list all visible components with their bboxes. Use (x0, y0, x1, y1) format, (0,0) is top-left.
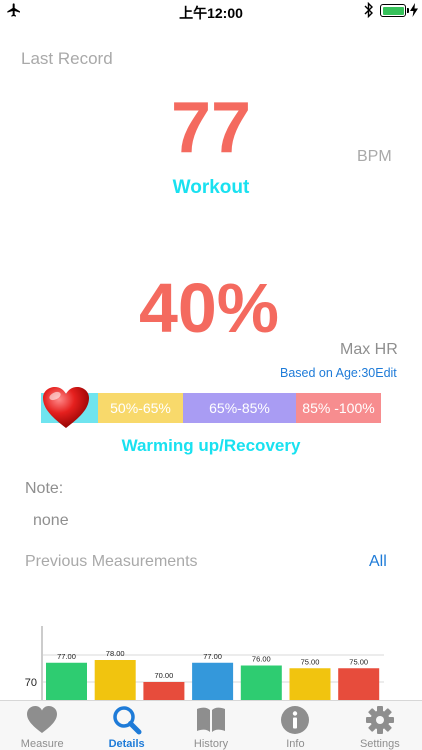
zone-segment-2: 50%-65% (98, 393, 183, 423)
bluetooth-icon (364, 2, 373, 18)
tab-history[interactable]: History (169, 701, 253, 750)
zone-segment-3: 65%-85% (183, 393, 296, 423)
chart-bar (143, 682, 185, 700)
tab-bar: Measure Details History Info Settings (0, 700, 422, 750)
status-bar: 上午12:00 (0, 0, 422, 24)
note-value: none (33, 512, 69, 529)
chart-bar-value-label: 75.00 (301, 657, 320, 666)
charging-bolt-icon (410, 3, 418, 17)
tab-measure-label: Measure (20, 738, 64, 750)
zone-status-label: Warming up/Recovery (121, 436, 301, 455)
chart-bar-value-label: 76.00 (252, 655, 271, 664)
edit-age-link[interactable]: Edit (375, 366, 397, 380)
all-measurements-link[interactable]: All (369, 553, 387, 571)
info-icon (281, 706, 310, 734)
heart-rate-zone-bar: 50% 50%-65% 65%-85% 85% -100% (41, 393, 381, 423)
chart-bar (240, 665, 282, 700)
tab-settings-label: Settings (359, 738, 400, 750)
status-time: 上午12:00 (179, 5, 243, 21)
tab-details[interactable]: Details (84, 701, 168, 750)
tab-history-label: History (193, 738, 229, 750)
chart-bar (46, 662, 87, 700)
note-label: Note: (25, 480, 64, 497)
zone-segment-4: 85% -100% (296, 393, 381, 423)
chart-bar (94, 660, 136, 700)
age-text: Based on Age:30 (280, 366, 376, 380)
max-hr-label: Max HR (340, 341, 398, 358)
heart-marker-icon (43, 387, 89, 428)
heart-icon (27, 706, 58, 733)
chart-y-tick-label: 70 (25, 677, 37, 689)
previous-measurements-chart: 70 77.00 78.00 70.00 77.00 76.00 75.00 75.00 (25, 626, 384, 700)
gear-icon (365, 706, 394, 734)
book-icon (197, 707, 226, 732)
age-line: Based on Age:30Edit (280, 366, 397, 380)
chart-bar (289, 668, 331, 700)
bpm-unit: BPM (357, 148, 392, 165)
search-icon (112, 706, 142, 735)
tab-measure[interactable]: Measure (0, 701, 84, 750)
chart-bar (338, 668, 380, 700)
chart-bar (192, 662, 234, 700)
previous-measurements-label: Previous Measurements (25, 553, 198, 570)
last-record-label: Last Record (21, 49, 113, 68)
tab-settings[interactable]: Settings (338, 701, 422, 750)
tab-info-label: Info (286, 738, 305, 750)
tab-info[interactable]: Info (253, 701, 337, 750)
chart-bar-value-label: 77.00 (57, 652, 76, 661)
tab-details-label: Details (108, 738, 145, 750)
chart-bar-value-label: 77.00 (203, 652, 222, 661)
chart-bar-value-label: 70.00 (155, 671, 174, 680)
battery-icon (380, 4, 409, 17)
chart-bar-value-label: 75.00 (349, 657, 368, 666)
zone-label: Workout (172, 177, 250, 198)
chart-bar-value-label: 78.00 (106, 649, 125, 658)
max-hr-percent: 40% (138, 269, 280, 347)
